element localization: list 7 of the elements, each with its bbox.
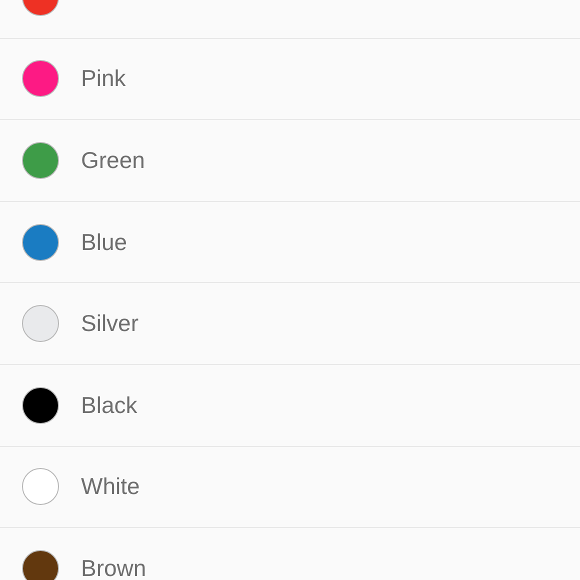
color-list-item[interactable]: Pink bbox=[0, 38, 580, 120]
color-list-item[interactable]: Green bbox=[0, 120, 580, 202]
color-list-item[interactable]: Black bbox=[0, 364, 580, 447]
color-list-item[interactable]: Silver bbox=[0, 283, 580, 365]
color-list-item[interactable]: Brown bbox=[0, 528, 580, 580]
color-list-item[interactable]: White bbox=[0, 446, 580, 528]
color-list-item[interactable]: Blue bbox=[0, 202, 580, 284]
